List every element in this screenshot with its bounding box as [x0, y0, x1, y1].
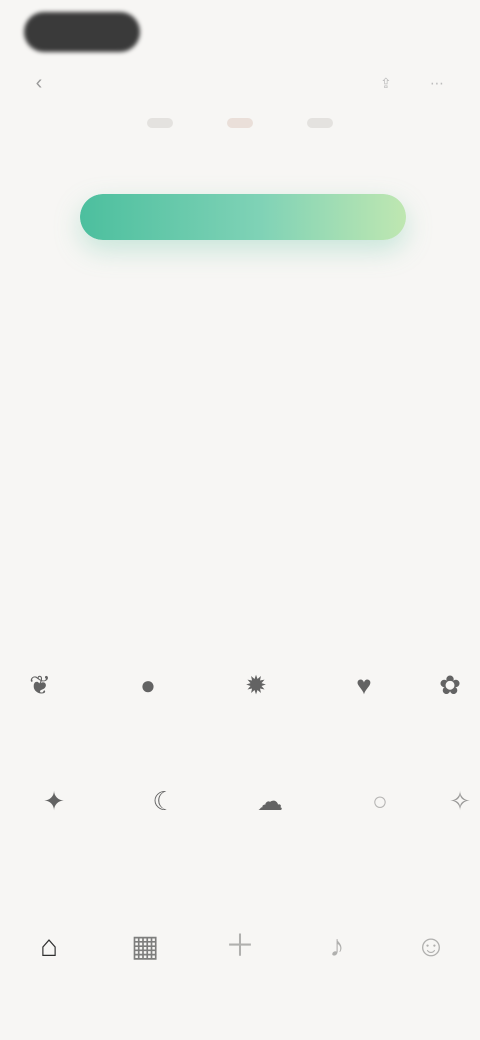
nav-item-add[interactable]: ＋: [205, 930, 275, 1000]
carousel-dot[interactable]: [307, 118, 333, 128]
circle-icon: ○: [372, 786, 388, 816]
carousel-dot-active[interactable]: [227, 118, 253, 128]
grid-item[interactable]: ✧: [430, 786, 480, 846]
drop-icon: ●: [140, 670, 156, 700]
bottom-nav: ⌂ ▦ ＋ ♪ ☺: [0, 930, 480, 1020]
user-icon: ☺: [415, 930, 447, 963]
progress-bar: [80, 194, 406, 240]
grid-item[interactable]: ✦: [24, 786, 84, 846]
sun-icon: ✹: [245, 670, 267, 700]
moon-icon: ☾: [152, 786, 176, 816]
spark-icon: ✧: [449, 786, 471, 816]
cloud-icon: ☁: [257, 786, 283, 816]
heart-icon: ♥: [356, 670, 372, 700]
grid-item[interactable]: ❦: [10, 670, 70, 730]
icon-grid-row-2: ✦ ☾ ☁ ○ ✧: [0, 786, 480, 856]
carousel-dots: [0, 108, 480, 138]
star-icon: ✦: [43, 786, 65, 816]
grid-item[interactable]: ●: [118, 670, 178, 730]
share-icon[interactable]: ⇪: [380, 74, 408, 92]
progress-fill: [80, 194, 406, 240]
carousel-dot[interactable]: [147, 118, 173, 128]
top-bar: ‹ ⇪ ⋯: [0, 66, 480, 106]
leaf-icon: ❦: [29, 670, 51, 700]
icon-grid-row-1: ❦ ● ✹ ♥ ✿: [0, 670, 480, 740]
status-pill: [24, 12, 140, 52]
flower-icon: ✿: [439, 670, 461, 700]
grid-item[interactable]: ☁: [240, 786, 300, 846]
nav-item-user[interactable]: ☺: [396, 930, 466, 1000]
grid-item[interactable]: ☾: [134, 786, 194, 846]
nav-item-bell[interactable]: ♪: [302, 930, 372, 1000]
nav-item-chart[interactable]: ▦: [110, 930, 180, 1000]
home-icon: ⌂: [39, 930, 59, 963]
nav-item-home[interactable]: ⌂: [14, 930, 84, 1000]
grid-item[interactable]: ✹: [226, 670, 286, 730]
chart-icon: ▦: [130, 930, 160, 963]
bell-icon: ♪: [329, 930, 345, 963]
add-icon: ＋: [225, 930, 255, 963]
grid-item[interactable]: ♥: [334, 670, 394, 730]
more-icon[interactable]: ⋯: [430, 74, 452, 92]
back-arrow-icon[interactable]: ‹: [28, 72, 50, 94]
grid-item[interactable]: ○: [350, 786, 410, 846]
grid-item[interactable]: ✿: [420, 670, 480, 730]
